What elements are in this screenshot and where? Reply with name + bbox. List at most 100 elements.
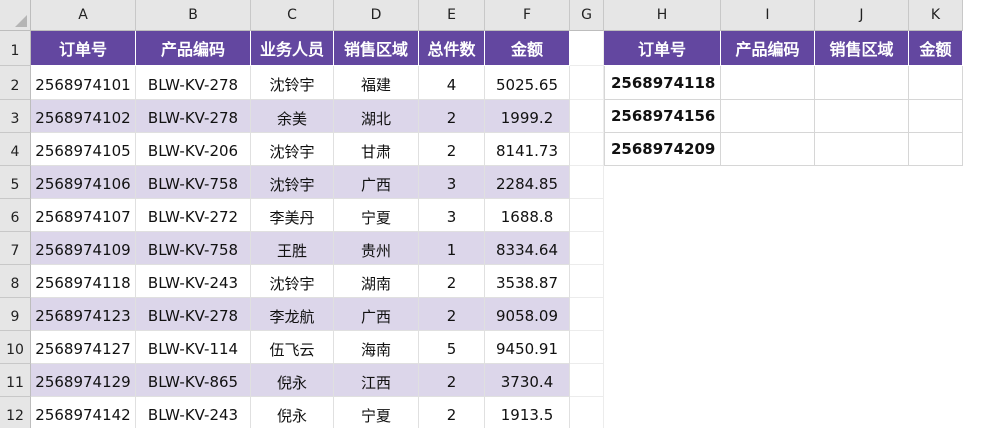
- lookup-data-cell[interactable]: [909, 133, 963, 166]
- main-data-cell[interactable]: 2568974107: [31, 199, 136, 232]
- main-data-cell[interactable]: 8334.64: [485, 232, 570, 265]
- main-data-cell[interactable]: 广西: [334, 298, 419, 331]
- select-all-corner[interactable]: [0, 0, 31, 31]
- main-data-cell[interactable]: 湖北: [334, 100, 419, 133]
- main-data-cell[interactable]: BLW-KV-758: [136, 166, 251, 199]
- main-data-cell[interactable]: 2568974106: [31, 166, 136, 199]
- empty-cell[interactable]: [570, 397, 604, 428]
- empty-cell[interactable]: [570, 199, 604, 232]
- main-data-cell[interactable]: 2568974105: [31, 133, 136, 166]
- main-data-cell[interactable]: 2568974127: [31, 331, 136, 364]
- column-header-B[interactable]: B: [136, 0, 251, 31]
- main-data-cell[interactable]: 海南: [334, 331, 419, 364]
- lookup-data-cell[interactable]: [909, 66, 963, 100]
- main-data-cell[interactable]: 倪永: [251, 397, 334, 428]
- main-data-cell[interactable]: 1: [419, 232, 485, 265]
- main-data-cell[interactable]: 福建: [334, 66, 419, 100]
- row-header-11[interactable]: 11: [0, 364, 31, 397]
- main-data-cell[interactable]: 1999.2: [485, 100, 570, 133]
- empty-cell[interactable]: [570, 232, 604, 265]
- main-data-cell[interactable]: 3538.87: [485, 265, 570, 298]
- empty-cell[interactable]: [570, 66, 604, 100]
- main-data-cell[interactable]: 湖南: [334, 265, 419, 298]
- row-header-10[interactable]: 10: [0, 331, 31, 364]
- row-header-8[interactable]: 8: [0, 265, 31, 298]
- lookup-data-cell[interactable]: [721, 133, 815, 166]
- main-data-cell[interactable]: 2568974109: [31, 232, 136, 265]
- main-data-cell[interactable]: 2: [419, 298, 485, 331]
- lookup-data-cell[interactable]: [815, 133, 909, 166]
- main-data-cell[interactable]: 倪永: [251, 364, 334, 397]
- empty-cell[interactable]: [570, 298, 604, 331]
- lookup-data-cell[interactable]: 2568974156: [604, 100, 721, 133]
- lookup-data-cell[interactable]: 2568974209: [604, 133, 721, 166]
- main-data-cell[interactable]: 2568974123: [31, 298, 136, 331]
- main-data-cell[interactable]: 2568974101: [31, 66, 136, 100]
- main-data-cell[interactable]: BLW-KV-278: [136, 298, 251, 331]
- empty-cell[interactable]: [570, 265, 604, 298]
- row-header-4[interactable]: 4: [0, 133, 31, 166]
- column-header-F[interactable]: F: [485, 0, 570, 31]
- main-data-cell[interactable]: 江西: [334, 364, 419, 397]
- column-header-K[interactable]: K: [909, 0, 963, 31]
- main-data-cell[interactable]: 伍飞云: [251, 331, 334, 364]
- main-data-cell[interactable]: BLW-KV-758: [136, 232, 251, 265]
- main-header-cell[interactable]: 总件数: [419, 31, 485, 66]
- row-header-1[interactable]: 1: [0, 31, 31, 66]
- main-data-cell[interactable]: 沈铃宇: [251, 166, 334, 199]
- lookup-header-cell[interactable]: 销售区域: [815, 31, 909, 66]
- main-data-cell[interactable]: 2: [419, 397, 485, 428]
- main-data-cell[interactable]: 2: [419, 364, 485, 397]
- main-data-cell[interactable]: 5: [419, 331, 485, 364]
- empty-cell[interactable]: [570, 364, 604, 397]
- lookup-header-cell[interactable]: 产品编码: [721, 31, 815, 66]
- main-data-cell[interactable]: 余美: [251, 100, 334, 133]
- main-data-cell[interactable]: BLW-KV-243: [136, 397, 251, 428]
- column-header-A[interactable]: A: [31, 0, 136, 31]
- main-header-cell[interactable]: 销售区域: [334, 31, 419, 66]
- main-data-cell[interactable]: 2: [419, 100, 485, 133]
- row-header-12[interactable]: 12: [0, 397, 31, 428]
- main-data-cell[interactable]: 2: [419, 265, 485, 298]
- main-data-cell[interactable]: BLW-KV-206: [136, 133, 251, 166]
- main-data-cell[interactable]: 王胜: [251, 232, 334, 265]
- column-header-C[interactable]: C: [251, 0, 334, 31]
- main-data-cell[interactable]: 3: [419, 199, 485, 232]
- lookup-header-cell[interactable]: 金额: [909, 31, 963, 66]
- column-header-H[interactable]: H: [604, 0, 721, 31]
- main-data-cell[interactable]: 2284.85: [485, 166, 570, 199]
- main-data-cell[interactable]: 8141.73: [485, 133, 570, 166]
- main-data-cell[interactable]: BLW-KV-243: [136, 265, 251, 298]
- main-data-cell[interactable]: 2568974129: [31, 364, 136, 397]
- empty-cell[interactable]: [570, 31, 604, 66]
- main-data-cell[interactable]: 9058.09: [485, 298, 570, 331]
- main-data-cell[interactable]: 1688.8: [485, 199, 570, 232]
- lookup-data-cell[interactable]: [721, 66, 815, 100]
- lookup-data-cell[interactable]: [815, 100, 909, 133]
- main-data-cell[interactable]: 1913.5: [485, 397, 570, 428]
- empty-cell[interactable]: [570, 100, 604, 133]
- main-data-cell[interactable]: BLW-KV-278: [136, 100, 251, 133]
- empty-cell[interactable]: [570, 166, 604, 199]
- lookup-header-cell[interactable]: 订单号: [604, 31, 721, 66]
- main-header-cell[interactable]: 产品编码: [136, 31, 251, 66]
- row-header-7[interactable]: 7: [0, 232, 31, 265]
- main-data-cell[interactable]: BLW-KV-114: [136, 331, 251, 364]
- row-header-5[interactable]: 5: [0, 166, 31, 199]
- main-data-cell[interactable]: BLW-KV-278: [136, 66, 251, 100]
- empty-cell[interactable]: [570, 133, 604, 166]
- column-header-E[interactable]: E: [419, 0, 485, 31]
- main-data-cell[interactable]: 沈铃宇: [251, 265, 334, 298]
- main-data-cell[interactable]: 2568974142: [31, 397, 136, 428]
- column-header-D[interactable]: D: [334, 0, 419, 31]
- main-data-cell[interactable]: 2568974118: [31, 265, 136, 298]
- main-data-cell[interactable]: BLW-KV-272: [136, 199, 251, 232]
- main-data-cell[interactable]: 沈铃宇: [251, 66, 334, 100]
- column-header-I[interactable]: I: [721, 0, 815, 31]
- lookup-data-cell[interactable]: [815, 66, 909, 100]
- main-data-cell[interactable]: 3730.4: [485, 364, 570, 397]
- main-data-cell[interactable]: 2: [419, 133, 485, 166]
- main-data-cell[interactable]: 4: [419, 66, 485, 100]
- main-data-cell[interactable]: 宁夏: [334, 199, 419, 232]
- main-data-cell[interactable]: 广西: [334, 166, 419, 199]
